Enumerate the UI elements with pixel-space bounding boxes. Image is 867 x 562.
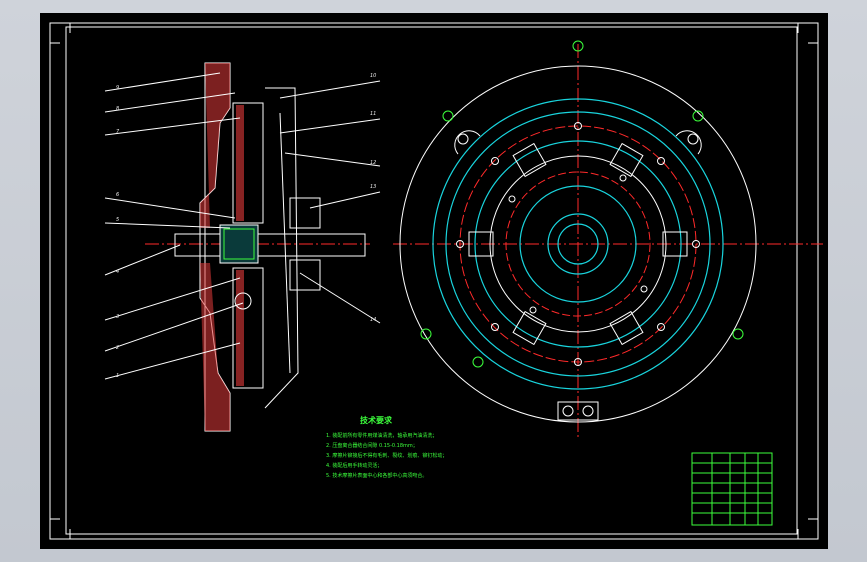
title-block-grid xyxy=(692,453,772,525)
diaphragm-spring xyxy=(279,112,291,374)
callout-10: 10 xyxy=(370,73,376,79)
callout-8: 8 xyxy=(116,106,119,112)
friction-lining-bottom xyxy=(236,270,244,386)
note-3: 3. 摩擦片铆接后不得有毛刺、裂纹、划痕、铆钉松动； xyxy=(326,452,447,459)
front-view xyxy=(393,40,823,439)
friction-lining-top xyxy=(236,105,244,221)
callout-4: 4 xyxy=(116,269,119,275)
callout-6: 6 xyxy=(116,192,119,198)
clutch-cover xyxy=(264,87,299,409)
notes-title: 技术要求 xyxy=(360,415,393,425)
callout-1: 1 xyxy=(116,373,119,379)
title-block xyxy=(691,452,773,526)
assembly-drawing: 9 8 7 6 5 4 3 2 1 10 11 12 13 14 技术要求 1.… xyxy=(49,22,823,540)
note-1: 1. 装配前所有零件用煤油清洗，轴承用汽油清洗； xyxy=(326,432,437,439)
callout-14: 14 xyxy=(370,317,376,323)
callout-12: 12 xyxy=(370,160,376,166)
callout-7: 7 xyxy=(116,129,120,135)
callouts-right: 10 11 12 13 14 xyxy=(370,73,376,323)
release-bearing-top xyxy=(289,197,321,229)
splined-hub xyxy=(219,224,259,264)
callout-2: 2 xyxy=(116,345,119,351)
callout-13: 13 xyxy=(370,184,376,190)
section-view xyxy=(104,62,381,432)
corner-marks xyxy=(50,23,818,539)
callout-3: 3 xyxy=(116,314,119,320)
callout-9: 9 xyxy=(116,85,119,91)
technical-notes: 技术要求 1. 装配前所有零件用煤油清洗，轴承用汽油清洗； 2. 压盘离合器结合… xyxy=(326,415,447,479)
callout-11: 11 xyxy=(370,111,376,117)
callout-5: 5 xyxy=(116,217,119,223)
note-5: 5. 技术摩擦片表面中心和各部中心高须吻合。 xyxy=(326,472,427,479)
cad-application-window: 9 8 7 6 5 4 3 2 1 10 11 12 13 14 技术要求 1.… xyxy=(0,0,867,562)
note-4: 4. 装配后用手转动灵活； xyxy=(326,462,382,469)
outer-frame xyxy=(49,22,819,540)
note-2: 2. 压盘离合器结合间隙 0.15-0.18mm； xyxy=(326,442,418,449)
drawing-canvas[interactable]: 9 8 7 6 5 4 3 2 1 10 11 12 13 14 技术要求 1.… xyxy=(40,13,828,549)
callouts-left: 9 8 7 6 5 4 3 2 1 xyxy=(116,85,120,379)
input-shaft xyxy=(174,233,366,257)
release-bearing-bottom xyxy=(289,259,321,291)
title-block-frame xyxy=(691,452,773,526)
